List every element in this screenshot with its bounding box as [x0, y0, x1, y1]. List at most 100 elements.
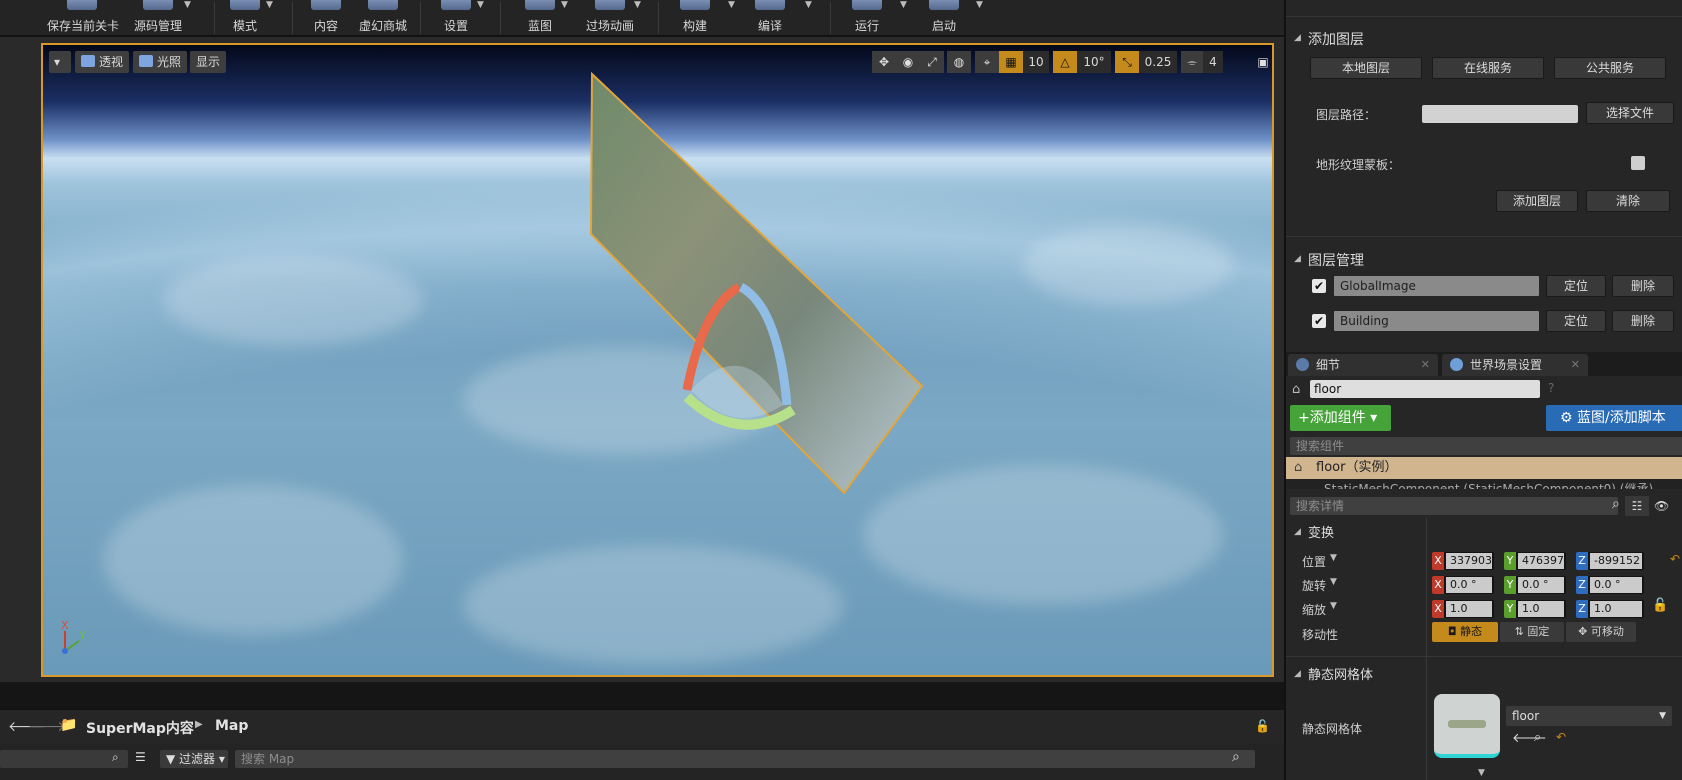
- collapse-triangle-icon[interactable]: ◢: [1294, 669, 1301, 679]
- scale-x-field[interactable]: X 1.0: [1432, 600, 1494, 618]
- play-button[interactable]: 运行: [852, 0, 882, 36]
- locate-button[interactable]: 定位: [1546, 275, 1606, 297]
- chevron-down-icon[interactable]: ▼: [805, 0, 815, 10]
- rotate-icon[interactable]: ◉: [896, 51, 920, 73]
- reset-to-default-icon[interactable]: ↶: [1670, 552, 1680, 566]
- show-button[interactable]: 显示: [190, 51, 227, 73]
- rotation-snap-value[interactable]: 10°: [1077, 51, 1111, 73]
- blueprints-button[interactable]: 蓝图: [525, 0, 555, 36]
- list-view-icon[interactable]: ☰: [135, 750, 146, 764]
- world-space-icon[interactable]: ◍: [947, 51, 971, 73]
- search-icon[interactable]: ⌕: [1612, 496, 1620, 512]
- help-icon[interactable]: ?: [1548, 381, 1554, 395]
- actor-name-input[interactable]: floor: [1310, 380, 1540, 398]
- surface-snap-icon[interactable]: ⌖: [975, 51, 999, 73]
- grid-snap-value[interactable]: 10: [1023, 51, 1049, 73]
- mobility-static-button[interactable]: ◘ 静态: [1432, 622, 1498, 642]
- rotation-snap-icon[interactable]: △: [1053, 51, 1077, 73]
- scale-y-field[interactable]: Y 1.0: [1504, 600, 1566, 618]
- use-selected-arrow-icon[interactable]: 🡐: [1512, 730, 1547, 746]
- chevron-down-icon[interactable]: ▼: [184, 0, 194, 10]
- chevron-down-icon[interactable]: ▼: [728, 0, 738, 10]
- mobility-movable-button[interactable]: ✥ 可移动: [1566, 622, 1636, 642]
- breadcrumb-folder[interactable]: Map: [215, 718, 248, 734]
- rotation-z-field[interactable]: Z 0.0 °: [1576, 576, 1644, 594]
- chevron-down-icon[interactable]: ▼: [1330, 577, 1337, 587]
- compile-button[interactable]: 编译: [755, 0, 785, 36]
- breadcrumb-root[interactable]: SuperMap内容: [86, 718, 194, 738]
- launch-button[interactable]: 启动: [929, 0, 959, 36]
- build-button[interactable]: 构建: [680, 0, 710, 36]
- delete-button[interactable]: 删除: [1612, 275, 1674, 297]
- camera-speed-value[interactable]: 4: [1203, 51, 1223, 73]
- search-icon[interactable]: ⌕: [1232, 749, 1240, 765]
- search-details-input[interactable]: 搜索详情: [1290, 497, 1618, 515]
- choose-file-button[interactable]: 选择文件: [1586, 102, 1674, 124]
- save-level-button[interactable]: 保存当前关卡: [47, 0, 119, 36]
- online-service-button[interactable]: 在线服务: [1432, 57, 1544, 79]
- add-layer-button[interactable]: 添加图层: [1496, 190, 1578, 212]
- content-button[interactable]: 内容: [311, 0, 341, 36]
- scale-snap-icon[interactable]: ⤡: [1115, 51, 1139, 73]
- chevron-down-icon[interactable]: ▼: [976, 0, 986, 10]
- reset-to-default-icon[interactable]: ↶: [1556, 730, 1566, 744]
- modes-button[interactable]: 模式: [230, 0, 260, 36]
- mobility-fixed-button[interactable]: ⇅ 固定: [1500, 622, 1564, 642]
- collapse-triangle-icon[interactable]: ◢: [1294, 33, 1301, 43]
- location-y-field[interactable]: Y 476397: [1504, 552, 1566, 570]
- chevron-down-icon[interactable]: ▼: [266, 0, 276, 10]
- property-matrix-icon[interactable]: ☷: [1625, 496, 1649, 516]
- scale-snap-value[interactable]: 0.25: [1139, 51, 1177, 73]
- close-icon[interactable]: ✕: [1421, 354, 1430, 376]
- source-control-button[interactable]: 源码管理: [132, 0, 184, 36]
- location-z-field[interactable]: Z -899152: [1576, 552, 1644, 570]
- asset-search-input[interactable]: 搜索 Map: [235, 750, 1255, 768]
- location-x-field[interactable]: X 337903: [1432, 552, 1494, 570]
- rotation-x-field[interactable]: X 0.0 °: [1432, 576, 1494, 594]
- blueprint-add-script-button[interactable]: ⚙ 蓝图/添加脚本: [1546, 405, 1682, 431]
- search-icon[interactable]: ⌕: [112, 750, 119, 765]
- maximize-viewport-icon[interactable]: ▣: [1253, 51, 1272, 73]
- scale-icon[interactable]: ⤢: [920, 51, 944, 73]
- close-icon[interactable]: ✕: [1571, 354, 1580, 376]
- lighting-button[interactable]: 光照: [133, 51, 188, 73]
- collapse-triangle-icon[interactable]: ◢: [1294, 254, 1301, 264]
- layer-visible-checkbox[interactable]: ✔: [1312, 279, 1326, 293]
- search-components-input[interactable]: 搜索组件: [1290, 437, 1682, 455]
- grid-snap-icon[interactable]: ▦: [999, 51, 1023, 73]
- expand-arrow-icon[interactable]: ▼: [1478, 768, 1485, 778]
- static-mesh-select[interactable]: floor ▼: [1506, 706, 1672, 726]
- floor-plane-mesh[interactable]: [589, 71, 924, 495]
- folder-search-input[interactable]: [0, 750, 128, 768]
- translate-icon[interactable]: ✥: [872, 51, 896, 73]
- filter-button[interactable]: ▼ 过滤器 ▾: [160, 750, 228, 768]
- tab-details[interactable]: 细节 ✕: [1288, 354, 1438, 376]
- component-row-instance[interactable]: ⌂ floor（实例）: [1286, 457, 1682, 479]
- chevron-down-icon[interactable]: ▼: [900, 0, 910, 10]
- local-layer-button[interactable]: 本地图层: [1310, 57, 1422, 79]
- layer-visible-checkbox[interactable]: ✔: [1312, 314, 1326, 328]
- scale-z-field[interactable]: Z 1.0: [1576, 600, 1644, 618]
- delete-button[interactable]: 删除: [1612, 310, 1674, 332]
- rotation-y-field[interactable]: Y 0.0 °: [1504, 576, 1566, 594]
- layer-path-input[interactable]: [1422, 105, 1578, 123]
- camera-speed-icon[interactable]: ⌯: [1181, 51, 1203, 73]
- settings-button[interactable]: 设置: [441, 0, 471, 36]
- cinematics-button[interactable]: 过场动画: [584, 0, 636, 36]
- chevron-down-icon[interactable]: ▼: [561, 0, 571, 10]
- chevron-down-icon[interactable]: ▼: [1330, 553, 1337, 563]
- level-viewport[interactable]: ▾ 透视 光照 显示 ✥ ◉ ⤢ ◍ ⌖ ▦ 10 △ 10° ⤡ 0.25 ⌯…: [41, 43, 1274, 677]
- tab-world-settings[interactable]: 世界场景设置 ✕: [1442, 354, 1588, 376]
- lock-icon[interactable]: 🔓: [1652, 598, 1668, 613]
- collapse-triangle-icon[interactable]: ◢: [1294, 527, 1301, 537]
- viewport-options-button[interactable]: ▾: [49, 51, 71, 73]
- chevron-down-icon[interactable]: ▼: [1330, 601, 1337, 611]
- browse-search-icon[interactable]: ⌕: [1534, 730, 1541, 745]
- marketplace-button[interactable]: 虚幻商城: [357, 0, 409, 36]
- locate-button[interactable]: 定位: [1546, 310, 1606, 332]
- lock-icon[interactable]: 🔓: [1255, 719, 1270, 733]
- static-mesh-thumbnail[interactable]: [1434, 694, 1500, 758]
- perspective-button[interactable]: 透视: [75, 51, 130, 73]
- terrain-mask-checkbox[interactable]: [1631, 156, 1645, 170]
- add-component-button[interactable]: +添加组件 ▾: [1290, 405, 1391, 431]
